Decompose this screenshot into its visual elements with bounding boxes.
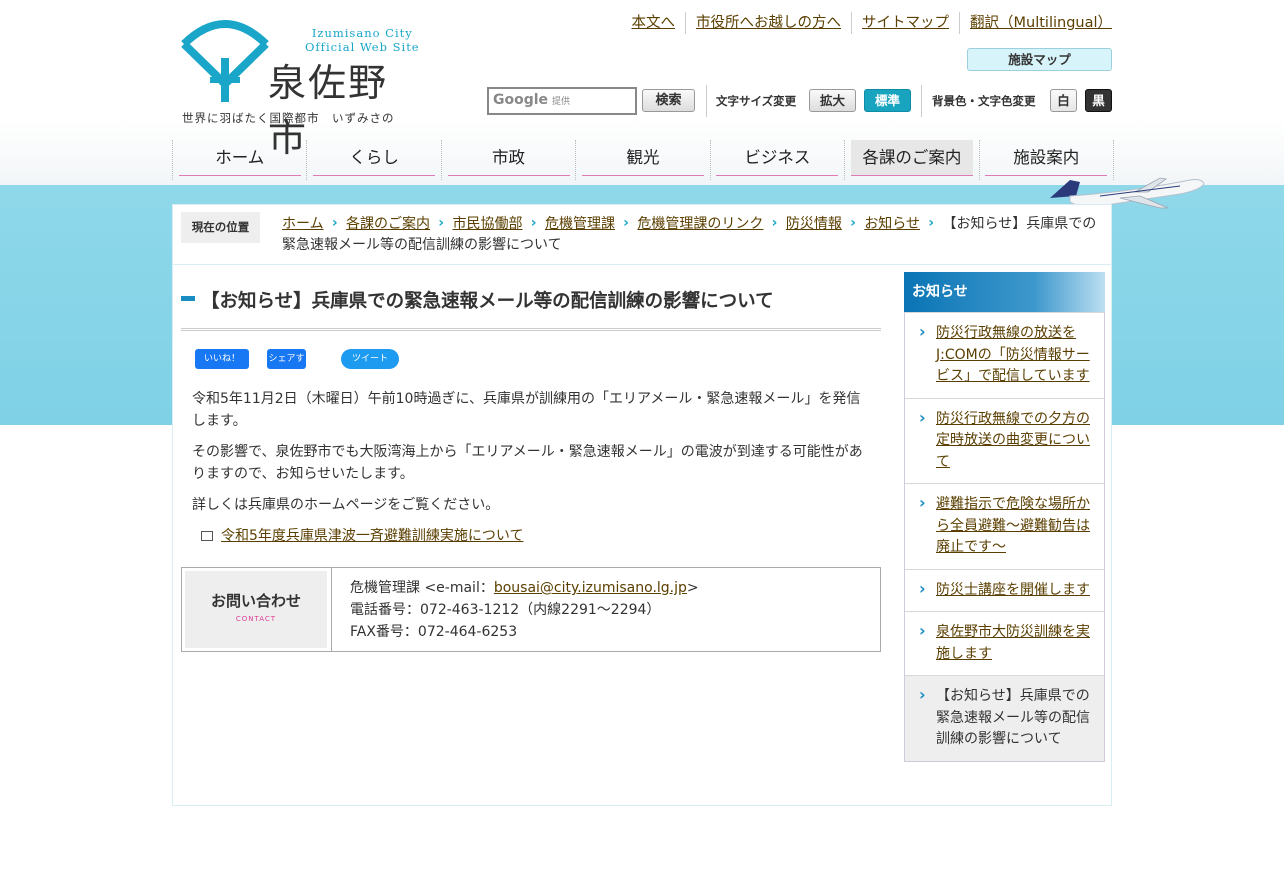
skip-to-content-link[interactable]: 本文へ: [622, 12, 686, 34]
site-logo[interactable]: Izumisano City Official Web Site 泉佐野市 世界…: [180, 16, 420, 160]
logo-emblem-icon: [181, 20, 269, 102]
breadcrumb: 現在の位置 ホーム 各課のご案内 市民協働部 危機管理課 危機管理課のリンク 防…: [173, 205, 1111, 265]
facility-map-button[interactable]: 施設マップ: [967, 48, 1112, 71]
font-large-button[interactable]: 拡大: [809, 89, 856, 112]
contact-label: お問い合わせ CONTACT: [185, 571, 327, 648]
nav-item-city-government[interactable]: 市政: [440, 140, 575, 180]
divider: [706, 85, 707, 117]
page-title-block: 【お知らせ】兵庫県での緊急速報メール等の配信訓練の影響について: [181, 287, 881, 331]
tweet-button[interactable]: ツイート: [341, 349, 399, 369]
global-nav: ホーム くらし 市政 観光 ビジネス 各課のご案内 施設案内: [172, 140, 1114, 180]
sidebar-item[interactable]: 避難指示で危険な場所から全員避難～避難勧告は廃止です～: [905, 483, 1104, 569]
color-change-label: 背景色・文字色変更: [932, 94, 1036, 108]
breadcrumb-notices[interactable]: お知らせ: [864, 216, 920, 232]
breadcrumb-crisis-management[interactable]: 危機管理課: [545, 216, 615, 232]
font-size-label: 文字サイズ変更: [716, 94, 797, 108]
contact-box: お問い合わせ CONTACT 危機管理課 <e-mail：bousai@city…: [181, 567, 881, 652]
main-panel: 現在の位置 ホーム 各課のご案内 市民協働部 危機管理課 危機管理課のリンク 防…: [172, 204, 1112, 806]
breadcrumb-home[interactable]: ホーム: [282, 216, 324, 232]
nav-item-business[interactable]: ビジネス: [709, 140, 844, 180]
divider: [331, 568, 332, 651]
facebook-like-button[interactable]: いいね！: [195, 349, 249, 369]
article-paragraph: 詳しくは兵庫県のホームページをご覧ください。: [192, 497, 500, 513]
page-title: 【お知らせ】兵庫県での緊急速報メール等の配信訓練の影響について: [201, 291, 774, 312]
color-black-button[interactable]: 黒: [1085, 89, 1112, 112]
logo-tagline: 世界に羽ばたく国際都市 いずみさの: [182, 111, 395, 125]
breadcrumb-crisis-links[interactable]: 危機管理課のリンク: [637, 216, 763, 232]
sidebar-item[interactable]: 防災行政無線での夕方の定時放送の曲変更について: [905, 397, 1104, 484]
search-input[interactable]: Google 提供: [487, 87, 637, 115]
breadcrumb-label: 現在の位置: [181, 212, 260, 243]
divider: [921, 85, 922, 117]
related-link: 令和5年度兵庫県津波一斉避難訓練実施について: [201, 525, 524, 545]
contact-phone: 電話番号：072-463-1212（内線2291～2294）: [350, 602, 661, 618]
sidebar-item[interactable]: 防災行政無線の放送をJ:COMの「防災情報サービス」で配信しています: [905, 312, 1104, 398]
article-body: 令和5年11月2日（木曜日）午前10時過ぎに、兵庫県が訓練用の「エリアメール・緊…: [192, 389, 874, 527]
nav-item-home[interactable]: ホーム: [172, 140, 306, 180]
title-marker-icon: [181, 296, 195, 301]
nav-item-living[interactable]: くらし: [306, 140, 440, 180]
logo-english: Izumisano City Official Web Site: [305, 26, 420, 54]
utility-links: 本文へ 市役所へお越しの方へ サイトマップ 翻訳（Multilingual）: [622, 12, 1112, 34]
contact-dept: 危機管理課 <e-mail：bousai@city.izumisano.lg.j…: [350, 580, 699, 596]
facebook-share-button[interactable]: シェアする: [267, 349, 306, 384]
hyogo-drill-link[interactable]: 令和5年度兵庫県津波一斉避難訓練実施について: [221, 528, 524, 544]
contact-info: 危機管理課 <e-mail：bousai@city.izumisano.lg.j…: [350, 577, 699, 643]
article-paragraph: 令和5年11月2日（木曜日）午前10時過ぎに、兵庫県が訓練用の「エリアメール・緊…: [192, 391, 861, 429]
breadcrumb-departments[interactable]: 各課のご案内: [346, 216, 430, 232]
sitemap-link[interactable]: サイトマップ: [851, 12, 959, 34]
sidebar-item[interactable]: 泉佐野市大防災訓練を実施します: [905, 611, 1104, 675]
logo-en-line1: Izumisano City: [311, 26, 413, 40]
nav-item-departments[interactable]: 各課のご案内: [844, 140, 978, 180]
visitors-link[interactable]: 市役所へお越しの方へ: [685, 12, 851, 34]
sidebar-heading: お知らせ: [904, 272, 1105, 312]
external-window-icon: [201, 531, 213, 541]
contact-label-en: CONTACT: [235, 615, 277, 623]
font-standard-button[interactable]: 標準: [864, 89, 911, 112]
contact-email-link[interactable]: bousai@city.izumisano.lg.jp: [494, 580, 687, 596]
contact-label-jp: お問い合わせ: [210, 592, 301, 610]
contact-fax: FAX番号：072-464-6253: [350, 624, 518, 640]
sidebar-item-current: 【お知らせ】兵庫県での緊急速報メール等の配信訓練の影響について: [905, 675, 1104, 761]
breadcrumb-trail: ホーム 各課のご案内 市民協働部 危機管理課 危機管理課のリンク 防災情報 お知…: [282, 214, 1108, 256]
search-button[interactable]: 検索: [642, 89, 695, 112]
sidebar-item[interactable]: 防災士講座を開催します: [905, 568, 1104, 612]
breadcrumb-disaster-info[interactable]: 防災情報: [786, 216, 842, 232]
article-paragraph: その影響で、泉佐野市でも大阪湾海上から「エリアメール・緊急速報メール」の電波が到…: [192, 444, 863, 482]
google-search-watermark: Google 提供: [493, 92, 571, 108]
breadcrumb-civic-cooperation[interactable]: 市民協働部: [453, 216, 523, 232]
color-white-button[interactable]: 白: [1050, 89, 1077, 112]
translate-link[interactable]: 翻訳（Multilingual）: [959, 12, 1112, 34]
sidebar: お知らせ 防災行政無線の放送をJ:COMの「防災情報サービス」で配信しています …: [904, 272, 1105, 762]
sidebar-list: 防災行政無線の放送をJ:COMの「防災情報サービス」で配信しています 防災行政無…: [904, 312, 1105, 762]
nav-item-tourism[interactable]: 観光: [575, 140, 709, 180]
